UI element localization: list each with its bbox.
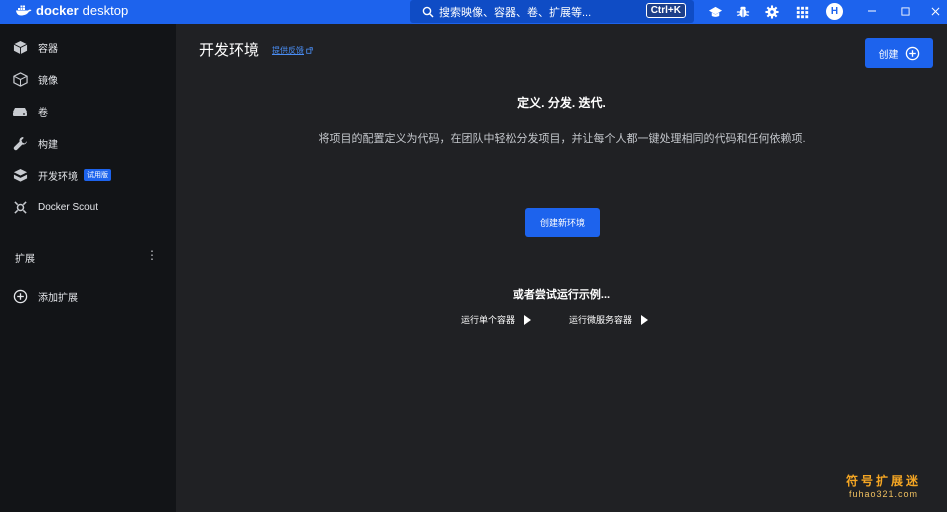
feedback-label: 提供反馈 bbox=[272, 46, 304, 55]
apps-grid-icon[interactable] bbox=[794, 4, 810, 20]
scout-icon bbox=[12, 199, 28, 215]
build-wrench-icon bbox=[12, 135, 28, 151]
add-circle-icon bbox=[905, 46, 919, 60]
volume-icon bbox=[12, 103, 28, 119]
beta-badge: 试用版 bbox=[84, 169, 111, 181]
sidebar: 容器 镜像 卷 构建 开发环境 试用版 Docker Scout 扩展 ⋮ 添加… bbox=[0, 24, 176, 512]
more-vertical-icon[interactable]: ⋮ bbox=[146, 248, 158, 262]
search-placeholder: 搜索映像、容器、卷、扩展等... bbox=[439, 6, 592, 19]
sidebar-item-builds[interactable]: 构建 bbox=[0, 129, 176, 157]
sidebar-item-docker-scout[interactable]: Docker Scout bbox=[0, 193, 176, 221]
docker-logo: docker desktop bbox=[16, 3, 128, 18]
brand-suffix: desktop bbox=[82, 3, 129, 18]
sidebar-item-label: 构建 bbox=[38, 139, 58, 151]
sidebar-item-images[interactable]: 镜像 bbox=[0, 65, 176, 93]
title-bar: docker desktop 搜索映像、容器、卷、扩展等... Ctrl+K H bbox=[0, 0, 947, 24]
page-title: 开发环境 bbox=[199, 42, 260, 59]
bug-icon[interactable] bbox=[735, 4, 751, 20]
play-icon bbox=[641, 314, 649, 325]
watermark: 符号扩展迷 fuhao321.com bbox=[846, 472, 921, 499]
add-extensions-label: 添加扩展 bbox=[38, 292, 78, 304]
search-icon bbox=[422, 6, 434, 18]
sidebar-item-label: 卷 bbox=[38, 107, 48, 119]
learning-center-icon[interactable] bbox=[707, 4, 723, 20]
sample-label: 运行微服务容器 bbox=[569, 315, 633, 325]
settings-gear-icon[interactable] bbox=[764, 4, 780, 20]
brand-name: docker bbox=[36, 3, 79, 18]
search-bar[interactable]: 搜索映像、容器、卷、扩展等... Ctrl+K bbox=[410, 0, 694, 23]
watermark-title: 符号扩展迷 bbox=[846, 474, 922, 488]
hero-description: 将项目的配置定义为代码，在团队中轻松分发项目，并让每个人都一键处理相同的代码和任… bbox=[318, 133, 806, 145]
docker-whale-icon bbox=[16, 5, 32, 16]
search-shortcut: Ctrl+K bbox=[645, 3, 686, 18]
sidebar-item-containers[interactable]: 容器 bbox=[0, 33, 176, 61]
create-button-label: 创建 bbox=[878, 49, 899, 61]
sample-label: 运行单个容器 bbox=[461, 315, 516, 325]
minimize-icon[interactable] bbox=[862, 2, 882, 20]
sidebar-item-label: 开发环境 bbox=[38, 171, 78, 183]
maximize-icon[interactable] bbox=[895, 2, 915, 20]
add-circle-icon bbox=[12, 288, 28, 304]
run-single-container-link[interactable]: 运行单个容器 bbox=[461, 313, 532, 326]
sidebar-item-label: Docker Scout bbox=[38, 201, 99, 213]
user-avatar[interactable]: H bbox=[826, 3, 843, 20]
create-new-environment-button[interactable]: 创建新环境 bbox=[525, 208, 600, 237]
hero-headline: 定义. 分发. 迭代. bbox=[517, 96, 606, 110]
sidebar-item-label: 镜像 bbox=[38, 75, 58, 87]
try-samples-heading: 或者尝试运行示例... bbox=[512, 289, 611, 301]
give-feedback-link[interactable]: 提供反馈 bbox=[272, 45, 313, 56]
dev-env-icon bbox=[12, 167, 28, 183]
main-content: 开发环境 提供反馈 创建 定义. 分发. 迭代. 将项目的配置定义为代码，在团队… bbox=[176, 24, 947, 512]
sidebar-item-label: 容器 bbox=[38, 43, 58, 55]
container-icon bbox=[12, 39, 28, 55]
sidebar-item-dev-environments[interactable]: 开发环境 试用版 bbox=[0, 161, 176, 189]
watermark-url: fuhao321.com bbox=[848, 489, 919, 499]
play-icon bbox=[524, 314, 532, 325]
create-button[interactable]: 创建 bbox=[865, 38, 933, 68]
run-microservice-containers-link[interactable]: 运行微服务容器 bbox=[569, 313, 649, 326]
external-link-icon bbox=[306, 47, 313, 54]
sidebar-item-volumes[interactable]: 卷 bbox=[0, 97, 176, 125]
extensions-header: 扩展 bbox=[15, 254, 35, 265]
image-icon bbox=[12, 71, 28, 87]
close-icon[interactable] bbox=[925, 2, 945, 20]
add-extensions-button[interactable]: 添加扩展 bbox=[0, 282, 176, 310]
